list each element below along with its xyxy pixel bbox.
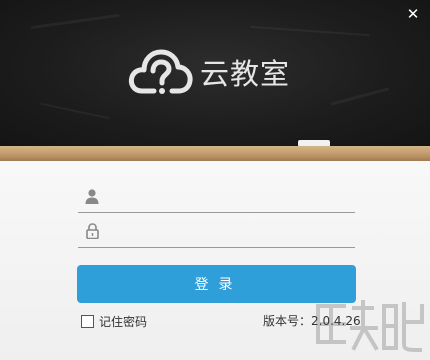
- version-label: 版本号：: [263, 314, 312, 328]
- app-logo: 云教室: [128, 44, 290, 100]
- close-icon: ✕: [406, 5, 420, 23]
- chalk-smudge: [40, 102, 110, 120]
- password-input[interactable]: [106, 216, 355, 246]
- app-name: 云教室: [200, 57, 291, 91]
- chalk-ledge: [0, 146, 430, 161]
- remember-password-label: 记住密码: [99, 315, 148, 329]
- close-button[interactable]: ✕: [402, 3, 424, 25]
- username-field: [78, 180, 355, 213]
- cloud-question-icon: [128, 49, 193, 94]
- lock-icon: [78, 215, 106, 247]
- remember-password-toggle[interactable]: 记住密码: [81, 313, 147, 330]
- chalk-smudge: [330, 87, 390, 106]
- chalk-smudge: [30, 13, 120, 30]
- username-input[interactable]: [106, 181, 355, 211]
- watermark-logo: [316, 300, 424, 353]
- chalk-smudge: [250, 25, 370, 37]
- password-field: [78, 215, 355, 248]
- remember-password-checkbox[interactable]: [81, 315, 94, 328]
- user-icon: [78, 180, 106, 212]
- chalkboard-header: ✕ 云教室: [0, 0, 430, 148]
